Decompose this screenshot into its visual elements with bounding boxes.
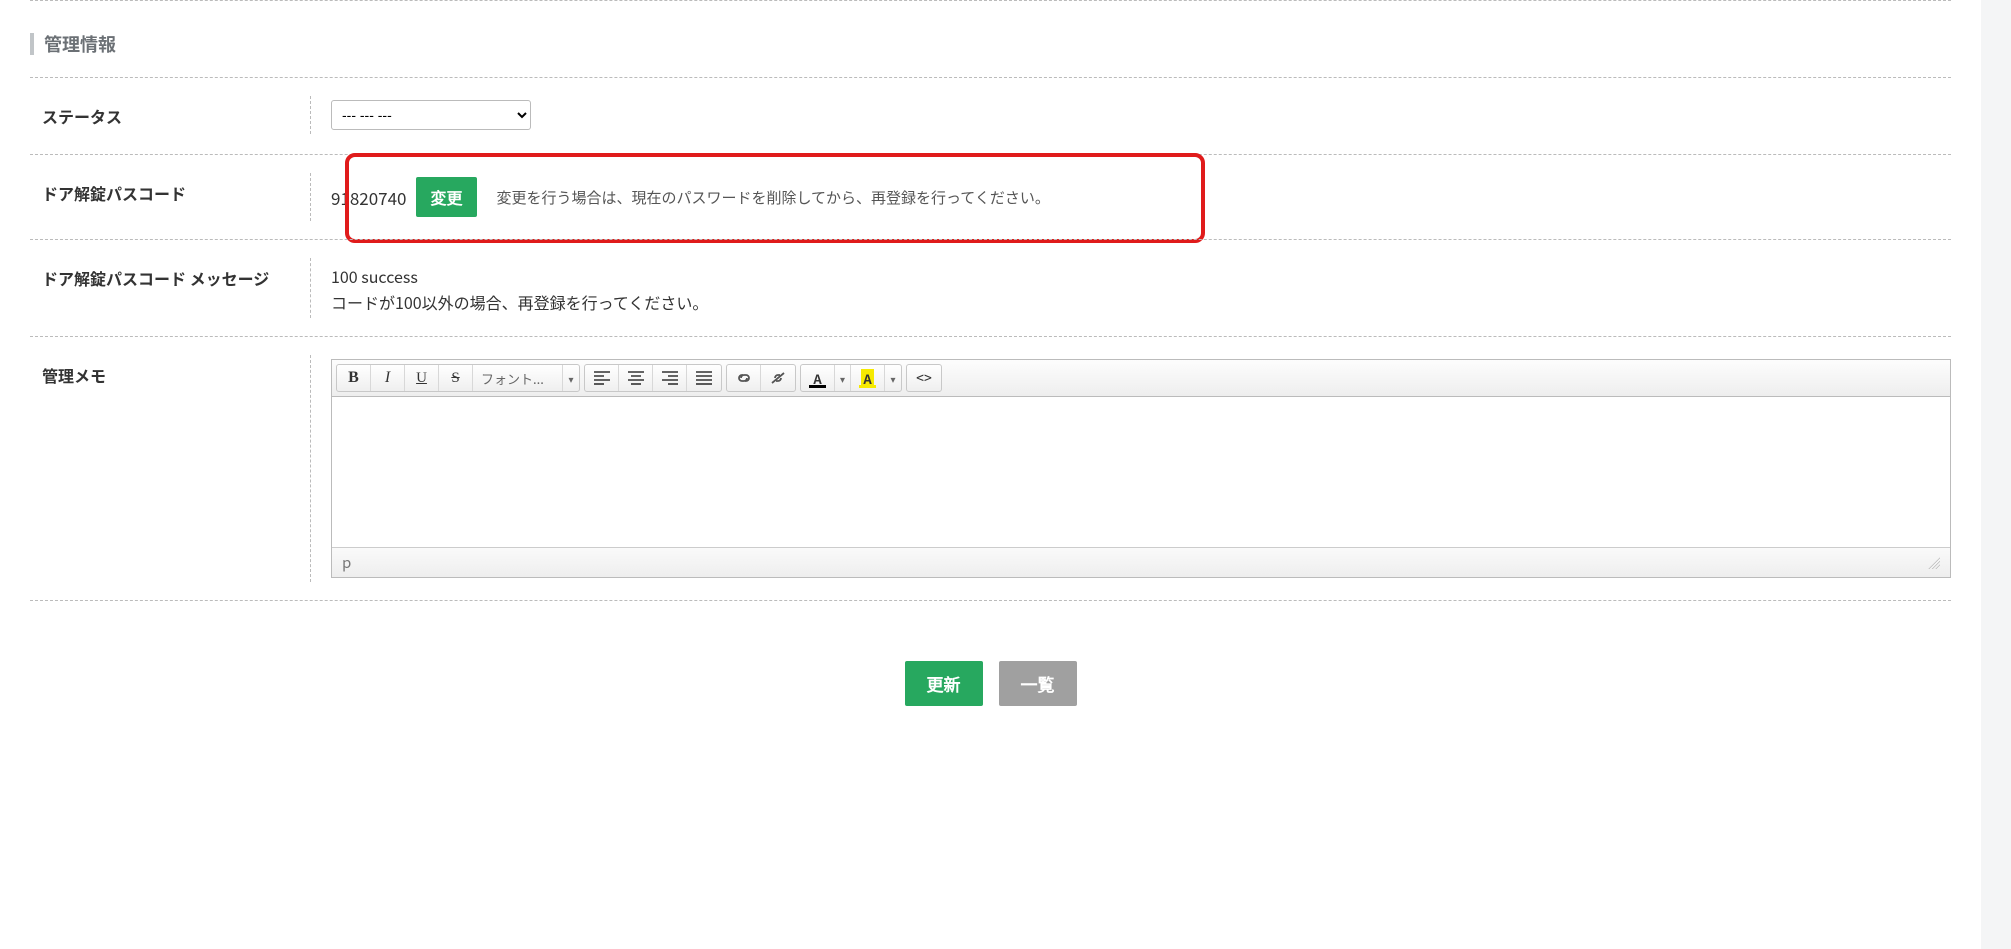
passcode-message-value: 100 success — [331, 264, 1951, 288]
rte-group-color: A ▾ A ▾ — [800, 364, 902, 392]
italic-button[interactable]: I — [371, 365, 405, 391]
align-justify-button[interactable] — [687, 365, 721, 391]
rte-group-link — [726, 364, 796, 392]
value-status: --- --- --- — [310, 96, 1951, 134]
list-button[interactable]: 一覧 — [999, 661, 1077, 706]
text-color-swatch — [809, 385, 826, 388]
footer-buttons: 更新 一覧 — [30, 661, 1951, 706]
source-code-button[interactable]: <> — [907, 365, 941, 391]
rich-text-editor: B I U S フォント... ▾ — [331, 359, 1951, 578]
update-button[interactable]: 更新 — [905, 661, 983, 706]
section-title-text: 管理情報 — [44, 31, 116, 57]
value-passcode: 91820740 変更 変更を行う場合は、現在のパスワードを削除してから、再登録… — [310, 173, 1951, 221]
align-right-button[interactable] — [653, 365, 687, 391]
value-passcode-message: 100 success コードが100以外の場合、再登録を行ってください。 — [310, 258, 1951, 318]
label-passcode: ドア解錠パスコード — [30, 173, 310, 213]
rte-path: p — [342, 552, 351, 573]
value-memo: B I U S フォント... ▾ — [310, 355, 1951, 582]
underline-button[interactable]: U — [405, 365, 439, 391]
rte-group-source: <> — [906, 364, 942, 392]
section-title: 管理情報 — [30, 31, 1951, 57]
bg-color-swatch — [859, 385, 876, 388]
insert-link-button[interactable] — [727, 365, 761, 391]
passcode-value: 91820740 — [331, 185, 406, 210]
passcode-message-hint: コードが100以外の場合、再登録を行ってください。 — [331, 290, 1951, 314]
bg-color-button[interactable]: A — [851, 365, 885, 391]
text-color-button[interactable]: A — [801, 365, 835, 391]
rte-statusbar: p — [332, 547, 1950, 577]
text-color-dropdown-icon[interactable]: ▾ — [835, 365, 851, 391]
section-title-bar — [30, 33, 34, 55]
font-family-select[interactable]: フォント... — [473, 365, 563, 391]
row-passcode-message: ドア解錠パスコード メッセージ 100 success コードが100以外の場合… — [30, 239, 1951, 336]
row-status: ステータス --- --- --- — [30, 77, 1951, 154]
rte-toolbar: B I U S フォント... ▾ — [332, 360, 1950, 397]
strikethrough-button[interactable]: S — [439, 365, 473, 391]
label-passcode-message: ドア解錠パスコード メッセージ — [30, 258, 310, 298]
label-memo: 管理メモ — [30, 355, 310, 395]
align-left-button[interactable] — [585, 365, 619, 391]
rte-resize-handle[interactable] — [1928, 557, 1940, 569]
bg-color-dropdown-icon[interactable]: ▾ — [885, 365, 901, 391]
remove-link-button[interactable] — [761, 365, 795, 391]
bold-button[interactable]: B — [337, 365, 371, 391]
passcode-hint: 変更を行う場合は、現在のパスワードを削除してから、再登録を行ってください。 — [497, 187, 1050, 208]
status-select[interactable]: --- --- --- — [331, 100, 531, 130]
row-memo: 管理メモ B I U S フォント... ▾ — [30, 336, 1951, 601]
change-passcode-button[interactable]: 変更 — [416, 177, 476, 217]
label-status: ステータス — [30, 96, 310, 136]
rte-content-area[interactable] — [332, 397, 1950, 547]
rte-group-align — [584, 364, 722, 392]
row-passcode: ドア解錠パスコード 91820740 変更 変更を行う場合は、現在のパスワードを… — [30, 154, 1951, 239]
rte-group-format: B I U S フォント... ▾ — [336, 364, 580, 392]
font-family-dropdown-icon[interactable]: ▾ — [563, 365, 579, 391]
align-center-button[interactable] — [619, 365, 653, 391]
